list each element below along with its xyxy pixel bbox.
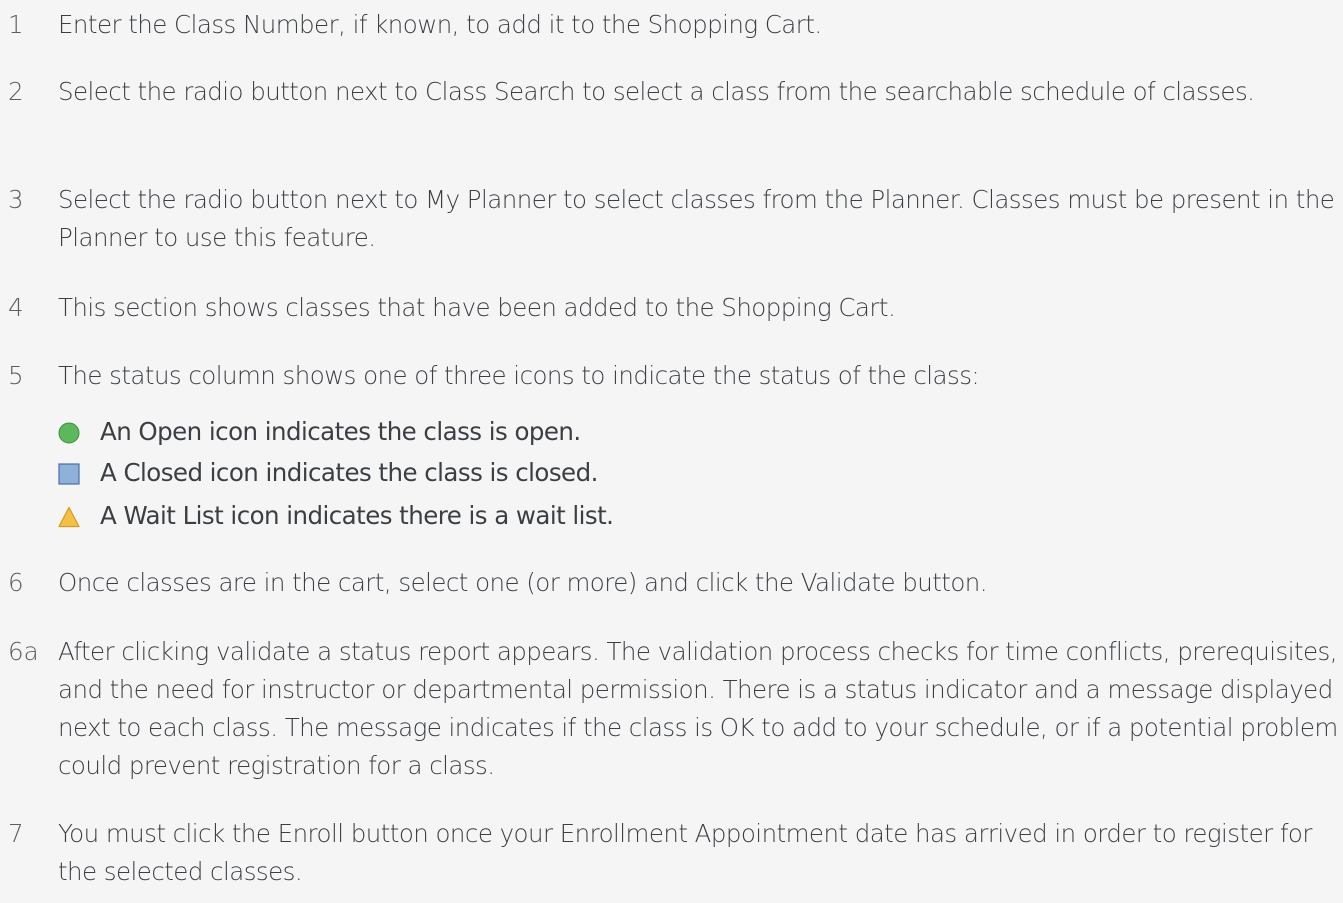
status-closed-row: A Closed icon indicates the class is clo…	[58, 454, 1058, 492]
step-number: 2	[8, 77, 24, 106]
step-text: The status column shows one of three ico…	[58, 361, 980, 390]
status-closed-label: A Closed icon indicates the class is clo…	[100, 458, 598, 487]
step-number: 3	[8, 185, 24, 214]
wait-list-triangle-icon	[58, 506, 80, 528]
step-text: Once classes are in the cart, select one…	[58, 568, 988, 597]
step-text: Select the radio button next to My Plann…	[58, 185, 1335, 252]
open-circle-icon	[58, 422, 80, 444]
status-wait-list-label: A Wait List icon indicates there is a wa…	[100, 501, 614, 530]
closed-square-icon	[58, 463, 80, 485]
status-wait-list-row: A Wait List icon indicates there is a wa…	[58, 497, 1058, 535]
step-text: After clicking validate a status report …	[58, 637, 1338, 780]
status-open-row: An Open icon indicates the class is open…	[58, 413, 1058, 451]
step-number: 4	[8, 293, 24, 322]
step-text: This section shows classes that have bee…	[58, 293, 896, 322]
step-number: 7	[8, 819, 24, 848]
step-text: Enter the Class Number, if known, to add…	[58, 10, 822, 39]
step-number: 6	[8, 568, 24, 597]
step-text: You must click the Enroll button once yo…	[58, 819, 1312, 886]
step-number: 6a	[8, 637, 39, 666]
step-text: Select the radio button next to Class Se…	[58, 77, 1255, 106]
step-number: 1	[8, 10, 24, 39]
step-number: 5	[8, 361, 24, 390]
status-open-label: An Open icon indicates the class is open…	[100, 417, 581, 446]
